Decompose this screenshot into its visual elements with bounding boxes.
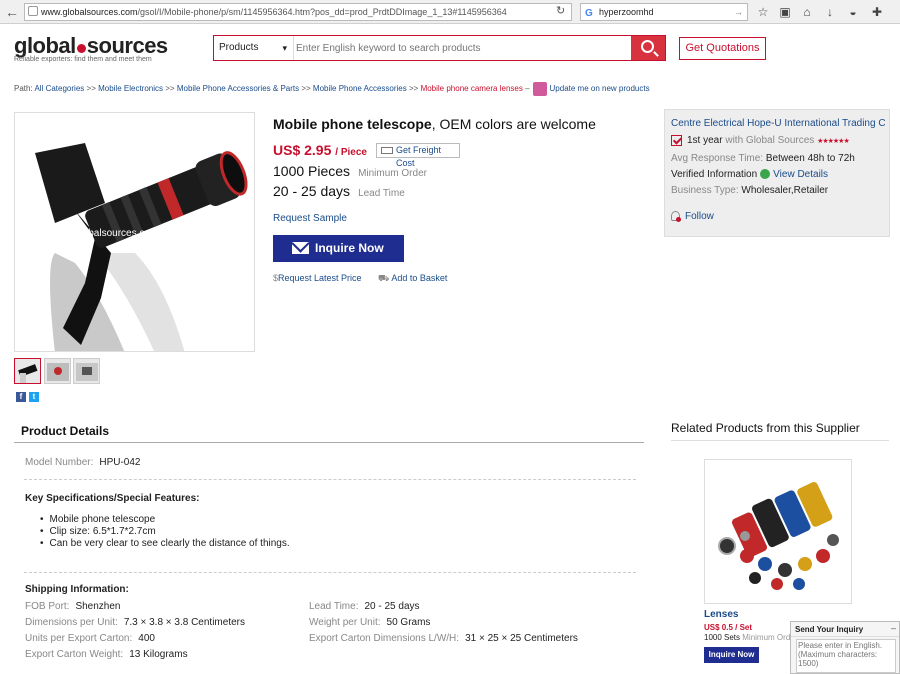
search-input[interactable] [296,39,626,57]
shipping-info-heading: Shipping Information: [25,584,129,595]
twitter-share-icon[interactable]: t [29,392,39,402]
minimum-order: 1000 Pieces Minimum Order [273,163,427,179]
browser-search-query: hyperzoomhd [599,7,654,17]
key-specs-list: Mobile phone telescope Clip size: 6.5*1.… [40,514,290,550]
get-freight-cost-button[interactable]: Get Freight Cost [376,143,460,168]
home-icon[interactable]: ⌂ [799,4,815,20]
carton-weight: Export Carton Weight: 13 Kilograms [25,649,188,660]
address-bar[interactable]: www.globalsources.com/gsol/I/Mobile-phon… [24,3,572,21]
url-host: www.globalsources.com [41,7,138,17]
back-arrow-icon[interactable]: ← [3,3,21,21]
cart-icon: ⛟ [378,273,390,283]
verified-badge-icon [760,169,771,180]
rating-stars: ★★★★★★ [817,138,850,146]
divider [671,440,889,441]
bookmark-star-icon[interactable]: ☆ [755,4,771,20]
related-product-image[interactable] [704,459,852,604]
divider [24,572,636,573]
clipboard-icon[interactable]: ▣ [777,4,793,20]
reload-icon[interactable]: ↻ [556,4,570,18]
related-product-moq: 1000 Sets Minimum Ord [704,633,791,642]
product-main-image[interactable]: www.globalsources.com/hope-u.co [14,112,255,352]
truck-icon [381,147,393,154]
google-icon: G [585,8,593,19]
product-thumbnail[interactable] [44,358,71,384]
send-inquiry-widget: Send Your Inquiry – [790,621,900,674]
related-product-price: US$ 0.5 / Set [704,623,753,632]
download-icon[interactable]: ↓ [822,4,838,20]
envelope-icon [292,242,309,254]
logo-tagline: Reliable exporters: find them and meet t… [14,56,152,63]
related-product-name-link[interactable]: Lenses [704,609,738,620]
list-item: Can be very clear to see clearly the dis… [40,538,290,550]
inquiry-textarea[interactable] [796,639,896,673]
browser-search-input[interactable]: G hyperzoomhd → [580,3,748,21]
model-number: Model Number: HPU-042 [25,457,141,468]
search-icon [641,40,654,53]
site-logo[interactable]: global sources Reliable exporters: find t… [14,33,168,63]
image-watermark: www.globalsources.com/hope-u.co [50,228,206,239]
divider [24,479,636,480]
extension-icon[interactable]: ✚ [869,4,885,20]
product-search: Products ▾ [213,35,666,61]
product-price: US$ 2.95 / Piece [273,142,367,158]
related-products-heading: Related Products from this Supplier [671,421,860,435]
search-go-arrow-icon[interactable]: → [734,4,743,20]
update-notify-icon[interactable] [532,82,547,96]
business-type: Business Type: Wholesaler,Retailer [671,185,829,196]
search-category-select[interactable]: Products ▾ [214,36,294,60]
inquire-now-button[interactable]: Inquire Now [273,235,404,262]
breadcrumb: Path: All Categories >> Mobile Electroni… [14,82,650,96]
carton-dimensions: Export Carton Dimensions L/W/H: 31 × 25 ×… [309,633,578,644]
divider [14,442,644,443]
breadcrumb-item[interactable]: All Categories [34,84,84,93]
breadcrumb-item[interactable]: Mobile Electronics [98,84,163,93]
url-path: /gsol/I/Mobile-phone/p/sm/1145956364.htm… [137,7,507,17]
site-info-icon[interactable] [28,6,38,16]
add-to-basket-link[interactable]: ⛟ Add to Basket [378,273,447,285]
request-latest-price-link[interactable]: $Request Latest Price [273,273,362,283]
get-quotations-button[interactable]: Get Quotations [679,37,766,60]
pocket-icon[interactable]: ◒ [845,4,861,20]
minimize-icon[interactable]: – [891,623,896,633]
browser-toolbar: ← www.globalsources.com/gsol/I/Mobile-ph… [0,0,900,24]
product-title: Mobile phone telescope, OEM colors are w… [273,116,596,132]
send-inquiry-title: Send Your Inquiry [791,622,899,637]
product-thumbnail[interactable] [73,358,100,384]
request-sample-link[interactable]: Request Sample [273,213,347,224]
units-per-carton: Units per Export Carton: 400 [25,633,155,644]
supplier-name-link[interactable]: Centre Electrical Hope-U International T… [671,118,885,129]
product-thumbnail[interactable] [14,358,41,384]
fob-port: FOB Port: Shenzhen [25,601,121,612]
search-button[interactable] [631,36,665,60]
follow-icon [671,211,681,223]
lead-time: 20 - 25 days Lead Time [273,183,405,199]
chevron-down-icon: ▾ [282,43,287,53]
update-me-link[interactable]: Update me on new products [550,84,650,93]
related-inquire-now-button[interactable]: Inquire Now [704,647,759,663]
avg-response-time: Avg Response Time: Between 48h to 72h [671,153,855,164]
view-details-link[interactable]: View Details [773,169,828,180]
breadcrumb-item[interactable]: Mobile Phone Accessories & Parts [177,84,299,93]
key-specs-heading: Key Specifications/Special Features: [25,493,200,504]
list-item: Clip size: 6.5*1.7*2.7cm [40,526,290,538]
check-icon [671,135,682,146]
breadcrumb-item[interactable]: Mobile Phone Accessories [313,84,407,93]
follow-supplier-button[interactable]: Follow [671,211,714,223]
breadcrumb-current: Mobile phone camera lenses [420,84,523,94]
facebook-share-icon[interactable]: f [16,392,26,402]
supplier-card: Centre Electrical Hope-U International T… [664,109,890,237]
verified-information: Verified Information View Details [671,169,829,180]
dimensions-per-unit: Dimensions per Unit: 7.3 × 3.8 × 3.8 Cent… [25,617,245,628]
weight-per-unit: Weight per Unit: 50 Grams [309,617,431,628]
product-details-heading: Product Details [21,424,110,438]
shipping-lead-time: Lead Time: 20 - 25 days [309,601,420,612]
list-item: Mobile phone telescope [40,514,290,526]
supplier-years: 1st year with Global Sources ★★★★★★ [671,135,850,146]
